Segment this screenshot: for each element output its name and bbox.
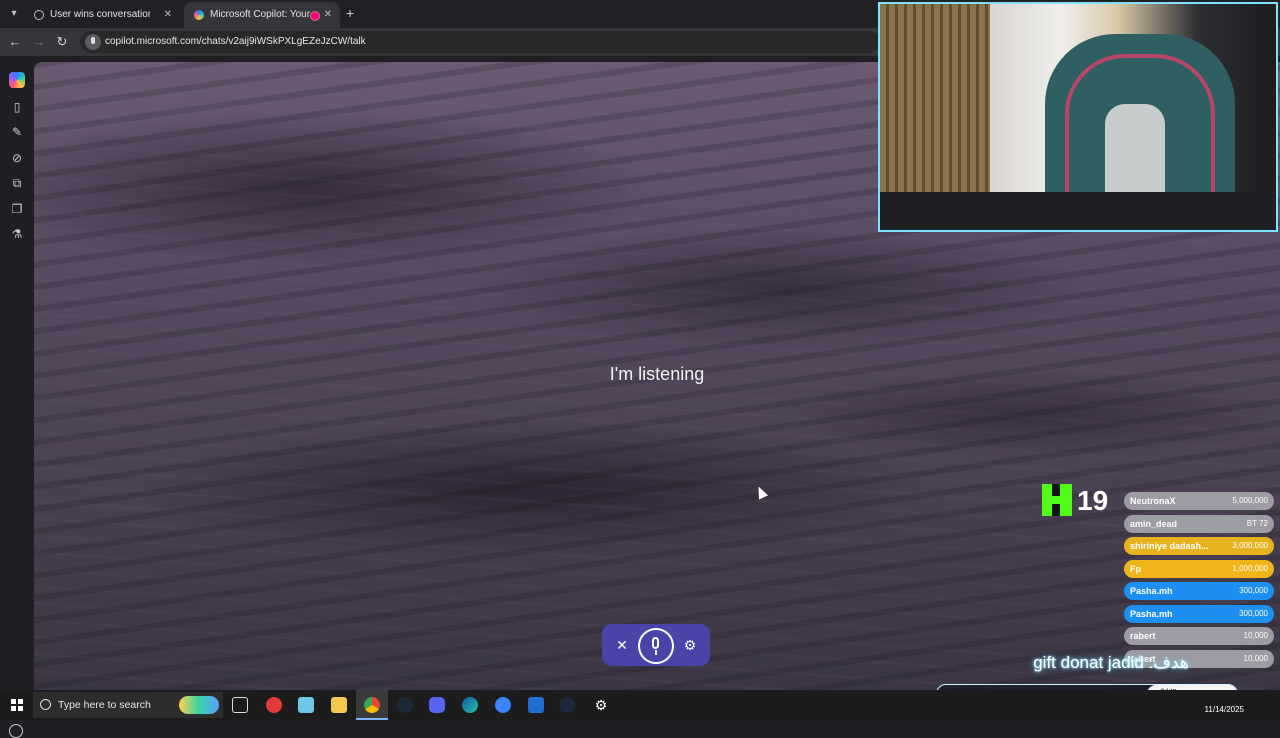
reload-icon[interactable]: ↻ xyxy=(53,33,71,51)
microphone-button[interactable] xyxy=(638,628,674,664)
app-clock-icon[interactable] xyxy=(266,697,282,713)
copilot-sidebar: ▯ ✎ ⊘ ⧉ ❐ ⚗ xyxy=(0,56,34,738)
end-voice-button[interactable]: ✕ xyxy=(612,635,632,655)
close-tab-icon[interactable]: ✕ xyxy=(164,2,172,28)
search-placeholder: Type here to search xyxy=(58,699,151,711)
tab-title: User wins conversation xyxy=(50,9,150,20)
recording-indicator-icon xyxy=(310,11,320,21)
task-view-icon[interactable] xyxy=(232,697,248,713)
voice-settings-button[interactable]: ⚙ xyxy=(680,635,700,655)
windows-start-icon[interactable] xyxy=(11,699,23,711)
app-notepad-icon[interactable] xyxy=(298,697,314,713)
donor-name: Pasha.mh xyxy=(1130,586,1173,596)
donation-row: rabert 10,000 xyxy=(1124,627,1274,645)
donation-amount: 300,000 xyxy=(1239,586,1268,595)
donation-amount: 5,000,000 xyxy=(1232,496,1268,505)
tab-title: Microsoft Copilot: Your AI c xyxy=(210,9,310,20)
sidebar-toggle-icon[interactable]: ▯ xyxy=(9,99,25,115)
copilot-favicon-icon xyxy=(194,10,204,20)
kick-viewer-count: 19 xyxy=(1077,485,1109,516)
tab-microsoft-copilot[interactable]: Microsoft Copilot: Your AI c ✕ xyxy=(184,2,340,28)
steam-icon[interactable] xyxy=(559,697,575,713)
donation-row: NeutronaX 5,000,000 xyxy=(1124,492,1274,510)
address-bar[interactable]: copilot.microsoft.com/chats/v2aij9iWSkPX… xyxy=(80,31,880,53)
new-chat-icon[interactable]: ✎ xyxy=(9,124,25,140)
voice-controls: ✕ ⚙ xyxy=(602,624,710,666)
new-tab-button[interactable]: + xyxy=(346,5,354,21)
donation-amount: 300,000 xyxy=(1239,608,1268,618)
mouse-pointer-icon xyxy=(753,484,769,500)
settings-gear-icon[interactable]: ⚙ xyxy=(593,697,609,713)
tab-user-wins-conversation[interactable]: User wins conversation ✕ xyxy=(24,2,180,28)
labs-flask-icon[interactable]: ⚗ xyxy=(9,226,25,242)
donation-row: Pasha.mh 300,000 xyxy=(1124,582,1274,600)
globe-icon xyxy=(34,10,44,20)
donor-name: Pasha.mh xyxy=(1130,608,1173,619)
chrome-icon[interactable] xyxy=(364,697,380,713)
discord-icon[interactable] xyxy=(429,697,445,713)
app-blue-icon[interactable] xyxy=(495,697,511,713)
system-tray: 11/14/2025 xyxy=(980,690,1280,720)
donation-list: NeutronaX 5,000,000 amin_dead BT 72 shiriniy… xyxy=(1124,492,1274,672)
webcam-overlay xyxy=(878,2,1278,232)
discover-compass-icon[interactable]: ⊘ xyxy=(9,150,25,166)
donation-amount: 3,000,000 xyxy=(1232,541,1268,550)
steam-icon[interactable] xyxy=(397,697,413,713)
forward-arrow-icon[interactable]: → xyxy=(30,33,48,51)
images-icon[interactable]: ⧉ xyxy=(9,175,25,191)
kick-logo-icon xyxy=(1042,484,1072,516)
copilot-logo-icon[interactable] xyxy=(9,72,25,88)
search-icon xyxy=(40,699,51,710)
windows-taskbar: Type here to search ⚙ 11/14/2025 xyxy=(0,690,1280,720)
back-arrow-icon[interactable]: ← xyxy=(6,33,24,51)
search-highlight-icon xyxy=(179,696,219,714)
donor-name: rabert xyxy=(1130,631,1156,641)
donor-name: Fp xyxy=(1130,563,1141,574)
app-vscode-icon[interactable] xyxy=(528,697,544,713)
donation-row: shiriniye dadash... 3,000,000 xyxy=(1124,537,1274,555)
donor-name: NeutronaX xyxy=(1130,496,1176,506)
user-profile-icon[interactable] xyxy=(9,724,23,738)
donation-row: amin_dead BT 72 xyxy=(1124,514,1274,533)
donation-row: Fp 1,000,000 xyxy=(1124,559,1274,578)
webcam-desk xyxy=(880,192,1276,230)
donor-name: amin_dead xyxy=(1130,518,1178,529)
microphone-in-use-icon[interactable] xyxy=(85,34,101,50)
donation-amount: BT 72 xyxy=(1246,518,1268,528)
taskbar-date[interactable]: 11/14/2025 xyxy=(1205,705,1244,714)
file-explorer-icon[interactable] xyxy=(331,697,347,713)
pages-icon[interactable]: ❐ xyxy=(9,201,25,217)
listening-status: I'm listening xyxy=(609,364,705,384)
close-tab-icon[interactable]: ✕ xyxy=(324,2,332,28)
donation-row: Pasha.mh 300,000 xyxy=(1124,604,1274,623)
donation-amount: 1,000,000 xyxy=(1232,563,1268,573)
taskbar-search-box[interactable]: Type here to search xyxy=(33,692,223,718)
url-text: copilot.microsoft.com/chats/v2aij9iWSkPX… xyxy=(105,36,366,47)
edge-icon[interactable] xyxy=(462,697,478,713)
donation-goal: هدف: gift donat jadid %۳۰ xyxy=(936,652,1276,704)
tab-search-chevron-icon[interactable]: ▾ xyxy=(6,6,22,22)
donation-amount: 10,000 xyxy=(1243,631,1268,640)
donor-name: shiriniye dadash... xyxy=(1130,541,1209,551)
goal-title: هدف: gift donat jadid xyxy=(1033,653,1189,672)
